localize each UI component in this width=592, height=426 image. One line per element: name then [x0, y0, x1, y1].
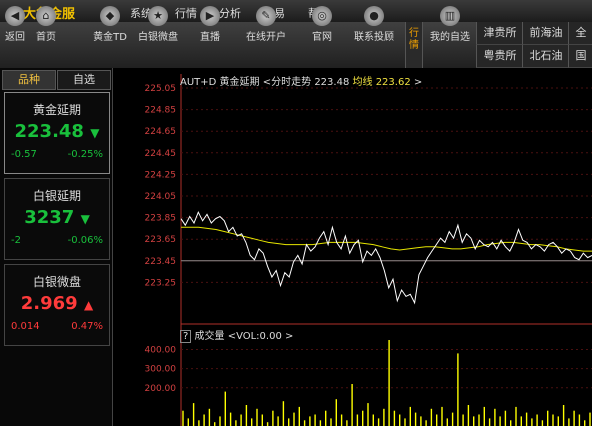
tab-varieties[interactable]: 品种 [2, 70, 56, 90]
exchange-national[interactable]: 国 [568, 45, 592, 68]
instrument-name: 白银延期 [32, 189, 81, 203]
globe-icon: ◎ [312, 6, 332, 26]
chart-header: AUT+D 黄金延期 <分时走势 223.48 均线 223.62 > [180, 73, 422, 88]
instrument-name: 白银微盘 [32, 275, 81, 289]
price-tick-label: 224.85 [145, 106, 177, 116]
instrument-name: 黄金延期 [219, 77, 260, 88]
price-tick-label: 223.25 [145, 278, 177, 288]
exchange-bsy[interactable]: 北石油 [522, 45, 569, 68]
chevron-right-icon[interactable]: > [285, 331, 293, 342]
exchange-all[interactable]: 全 [568, 22, 592, 45]
instrument-change: 0.014 [11, 321, 40, 332]
symbol: AUT+D [180, 77, 217, 88]
instrument-change: -0.57 [11, 149, 37, 160]
help-icon[interactable]: ? [180, 330, 192, 343]
price-tick-label: 224.25 [145, 170, 177, 180]
gold-icon: ◆ [100, 6, 120, 26]
arrow-down-icon: ▼ [80, 212, 90, 226]
average-label: 均线 [352, 77, 373, 88]
current-price: 223.48 [314, 77, 350, 88]
intraday-chart[interactable]: 225.05 224.85 224.65 224.45 224.25 224.05 223.… [113, 68, 592, 426]
website-button[interactable]: ◎ 官网 [296, 0, 348, 46]
price-tick-label: 223.45 [145, 257, 177, 267]
back-icon: ◀ [5, 6, 25, 26]
price-tick-label: 224.45 [145, 149, 177, 159]
instrument-change: -2 [11, 235, 21, 246]
exchange-qhy[interactable]: 前海油 [522, 22, 569, 45]
person-icon: ● [364, 6, 384, 26]
chevron-right-icon[interactable]: > [414, 77, 422, 88]
home-icon: ⌂ [36, 6, 56, 26]
volume-label: 成交量 [194, 331, 225, 342]
instrument-percent: -0.25% [67, 149, 103, 160]
instrument-sidebar: 品种 自选 黄金延期 223.48 ▼ -0.57 -0.25% 白银延期 32… [0, 68, 113, 426]
quotes-vertical-tab[interactable]: 行情 [405, 22, 423, 68]
volume-tick-label: 200.00 [145, 384, 177, 394]
instrument-card-gold[interactable]: 黄金延期 223.48 ▼ -0.57 -0.25% [4, 92, 110, 174]
instrument-percent: 0.47% [71, 321, 103, 332]
silver-icon: ★ [148, 6, 168, 26]
volume-tick-label: 300.00 [145, 365, 177, 375]
price-tick-label: 223.85 [145, 214, 177, 224]
instrument-percent: -0.06% [67, 235, 103, 246]
exchange-gdpme[interactable]: 粤贵所 [476, 45, 523, 68]
volume-header: ? 成交量 <VOL:0.00 > [180, 327, 293, 343]
volume-bars [182, 340, 591, 426]
price-axis: 225.05 224.85 224.65 224.45 224.25 224.05 223.… [145, 74, 592, 426]
live-button[interactable]: ▶ 直播 [188, 0, 232, 46]
price-tick-label: 224.05 [145, 192, 177, 202]
back-button[interactable]: ◀ 返回 [0, 0, 30, 46]
chart-icon: ▥ [440, 6, 460, 26]
price-line [180, 210, 592, 305]
arrow-down-icon: ▼ [90, 126, 100, 140]
chart-mode-selector[interactable]: <分时走势 [263, 77, 311, 88]
instrument-price: 223.48 ▼ [14, 121, 100, 142]
instrument-name: 黄金延期 [32, 103, 81, 117]
price-tick-label: 223.65 [145, 235, 177, 245]
volume-tick-label: 400.00 [145, 346, 177, 356]
tab-watchlist[interactable]: 自选 [57, 70, 111, 90]
instrument-card-silver-micro[interactable]: 白银微盘 2.969 ▲ 0.014 0.47% [4, 264, 110, 346]
price-tick-label: 224.65 [145, 127, 177, 137]
exchange-tjpme[interactable]: 津贵所 [476, 22, 523, 45]
edit-icon: ✎ [256, 6, 276, 26]
instrument-price: 3237 ▼ [24, 207, 90, 228]
average-value: 223.62 [375, 77, 411, 88]
video-icon: ▶ [200, 6, 220, 26]
contact-advisor-button[interactable]: ● 联系投顾 [348, 0, 400, 46]
price-tick-label: 225.05 [145, 84, 177, 94]
price-grid [181, 87, 592, 283]
arrow-up-icon: ▲ [83, 298, 94, 312]
volume-axis: 400.00 300.00 200.00 [145, 346, 592, 394]
instrument-card-silver[interactable]: 白银延期 3237 ▼ -2 -0.06% [4, 178, 110, 260]
home-button[interactable]: ⌂ 首页 [30, 0, 62, 46]
volume-value: <VOL:0.00 [227, 331, 282, 342]
my-watchlist-button[interactable]: ▥ 我的自选 [424, 0, 476, 46]
instrument-price: 2.969 ▲ [20, 293, 94, 314]
silver-micro-button[interactable]: ★ 白银微盘 [132, 0, 184, 46]
open-account-button[interactable]: ✎ 在线开户 [240, 0, 292, 46]
gold-td-button[interactable]: ◆ 黄金TD [84, 0, 136, 46]
